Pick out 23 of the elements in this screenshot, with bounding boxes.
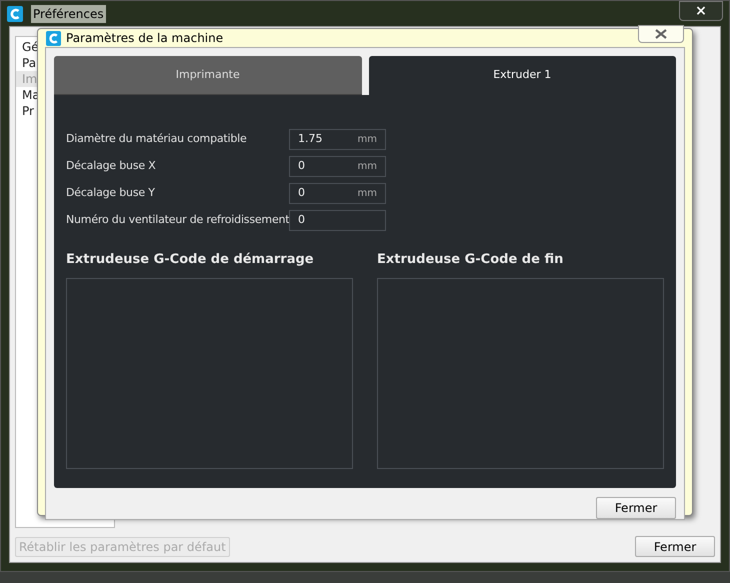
close-button[interactable]: Fermer [635, 536, 715, 557]
window-title: Préférences [31, 4, 106, 22]
close-icon [655, 29, 667, 39]
close-button[interactable]: × [679, 0, 723, 20]
field-label: Numéro du ventilateur de refroidissement [66, 212, 289, 228]
dialog-title: Paramètres de la machine [66, 30, 224, 47]
close-button[interactable] [638, 25, 684, 43]
gcode-title: Extrudeuse G-Code de fin [377, 251, 564, 269]
app-logo-icon [46, 30, 61, 46]
input-field[interactable]: 0 mm [289, 156, 386, 176]
close-button[interactable]: Fermer [596, 497, 676, 519]
gcode-text-area[interactable] [66, 278, 353, 469]
input-field[interactable]: 1.75 mm [289, 128, 386, 150]
app-logo-icon [7, 6, 23, 22]
tab[interactable]: Imprimante [54, 56, 362, 95]
gcode-title: Extrudeuse G-Code de démarrage [66, 251, 315, 269]
field-label: Décalage buse Y [66, 184, 156, 201]
field-label: Diamètre du matériau compatible [66, 130, 248, 147]
tab[interactable]: Extruder 1 [368, 56, 676, 95]
input-field[interactable]: 0 [289, 210, 386, 230]
gcode-text-area[interactable] [377, 278, 664, 469]
field-label: Décalage buse X [66, 158, 157, 174]
input-field[interactable]: 0 mm [289, 182, 386, 204]
